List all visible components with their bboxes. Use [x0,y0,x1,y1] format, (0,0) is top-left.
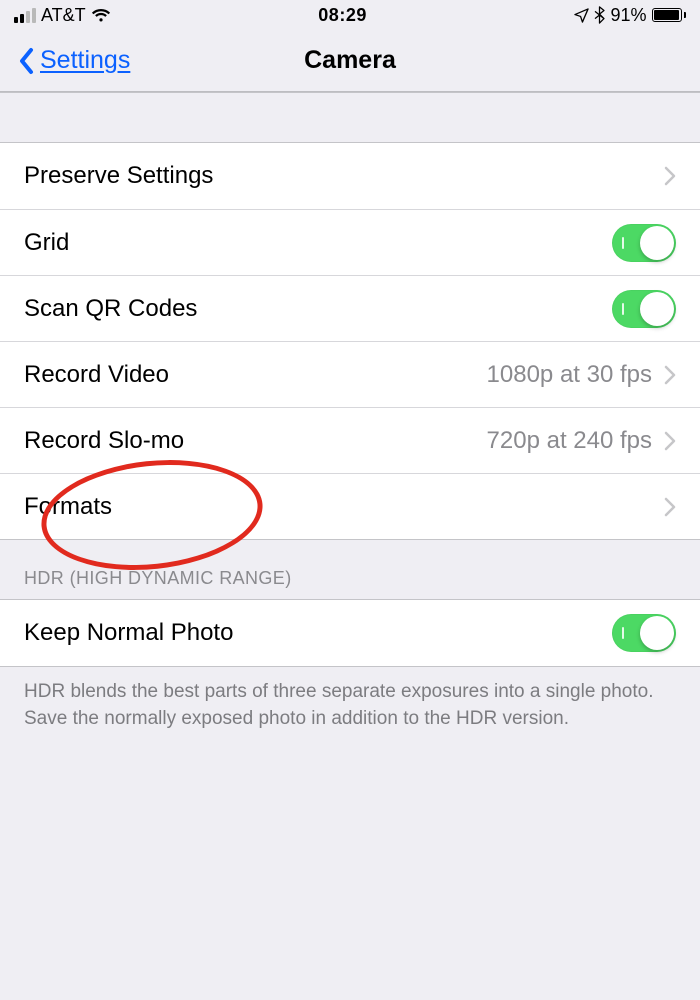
chevron-right-icon [664,431,676,451]
back-label: Settings [40,46,130,75]
hdr-section-header: HDR (HIGH DYNAMIC RANGE) [0,540,700,599]
scan-qr-toggle[interactable] [612,290,676,328]
camera-settings-screen: { "statusbar": { "carrier": "AT&T", "tim… [0,0,700,1000]
scan-qr-row: Scan QR Codes [0,275,700,341]
row-label: Preserve Settings [24,162,213,190]
status-bar: AT&T 08:29 91% [0,0,700,30]
row-label: Scan QR Codes [24,295,197,323]
signal-strength-icon [14,8,36,23]
carrier-label: AT&T [41,5,86,26]
chevron-right-icon [664,166,676,186]
preserve-settings-row[interactable]: Preserve Settings [0,143,700,209]
hdr-group: Keep Normal Photo [0,599,700,667]
chevron-left-icon [18,47,36,75]
keep-normal-photo-row: Keep Normal Photo [0,600,700,666]
keep-normal-photo-toggle[interactable] [612,614,676,652]
row-label: Grid [24,229,69,257]
grid-toggle[interactable] [612,224,676,262]
grid-row: Grid [0,209,700,275]
row-label: Formats [24,493,112,521]
navigation-bar: Settings Camera [0,30,700,92]
row-label: Record Video [24,361,169,389]
group-spacer [0,92,700,142]
formats-row[interactable]: Formats [0,473,700,539]
chevron-right-icon [664,497,676,517]
record-slomo-row[interactable]: Record Slo-mo 720p at 240 fps [0,407,700,473]
row-value: 1080p at 30 fps [487,361,652,389]
chevron-right-icon [664,365,676,385]
battery-percent: 91% [610,5,646,26]
camera-settings-group: Preserve Settings Grid Scan QR Codes Rec… [0,142,700,540]
record-video-row[interactable]: Record Video 1080p at 30 fps [0,341,700,407]
battery-icon [652,8,687,22]
back-button[interactable]: Settings [18,46,130,75]
wifi-icon [91,8,111,23]
row-label: Keep Normal Photo [24,619,233,647]
row-label: Record Slo-mo [24,427,184,455]
row-value: 720p at 240 fps [487,427,652,455]
location-icon [574,8,589,23]
bluetooth-icon [594,6,605,24]
hdr-section-footer: HDR blends the best parts of three separ… [0,667,700,732]
clock: 08:29 [318,5,367,26]
